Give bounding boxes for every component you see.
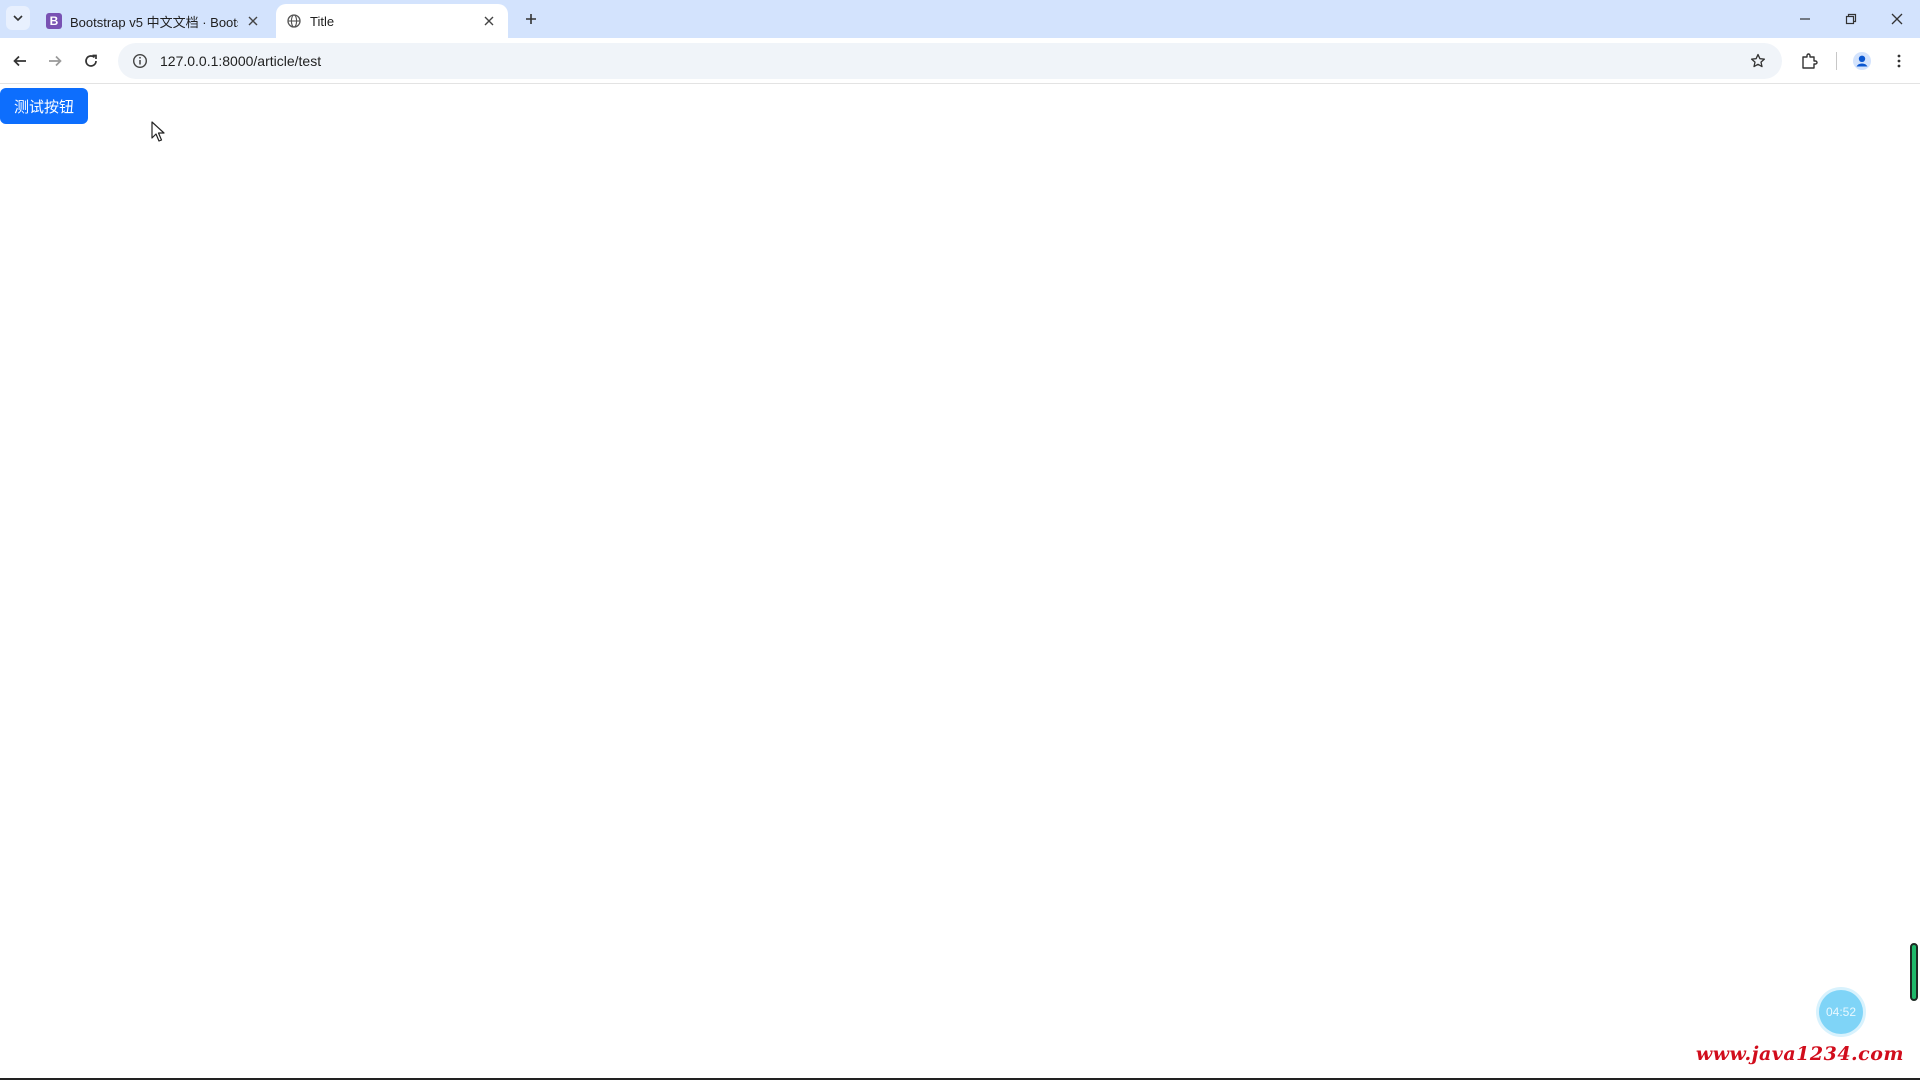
bootstrap-icon: B (46, 13, 62, 29)
tab-title-active[interactable]: Title (276, 4, 508, 38)
close-icon (1891, 13, 1903, 25)
url-text[interactable]: 127.0.0.1:8000/article/test (160, 53, 321, 69)
extensions-button[interactable] (1795, 47, 1823, 75)
close-icon (248, 16, 258, 26)
arrow-left-icon (13, 55, 26, 67)
reload-icon (85, 54, 97, 67)
globe-icon (286, 13, 302, 29)
page-viewport: 测试按钮 04:52 www.java1234.com (0, 85, 1920, 1078)
tab-strip: B Bootstrap v5 中文文档 · Bootstrap Title (0, 0, 1920, 38)
kebab-menu-icon (1897, 54, 1901, 68)
tab-title: Title (310, 13, 335, 29)
browser-toolbar: 127.0.0.1:8000/article/test (0, 38, 1920, 84)
recording-timer: 04:52 (1819, 990, 1863, 1034)
reload-button[interactable] (77, 47, 105, 75)
tab-bootstrap-docs[interactable]: B Bootstrap v5 中文文档 · Bootstrap (36, 4, 272, 38)
chevron-down-icon (13, 15, 23, 22)
close-tab-button[interactable] (244, 12, 262, 30)
browser-window: B Bootstrap v5 中文文档 · Bootstrap Title (0, 0, 1920, 1080)
restore-button[interactable] (1828, 0, 1874, 38)
forward-button[interactable] (41, 47, 69, 75)
minimize-button[interactable] (1782, 0, 1828, 38)
close-tab-button[interactable] (480, 12, 498, 30)
tab-title: Bootstrap v5 中文文档 · Bootstrap (70, 14, 238, 30)
watermark-text: www.java1234.com (1695, 1043, 1904, 1065)
site-info-button[interactable] (122, 43, 158, 79)
new-tab-button[interactable] (518, 6, 544, 32)
info-icon (132, 53, 148, 69)
profile-button[interactable] (1848, 47, 1876, 75)
back-button[interactable] (6, 47, 34, 75)
bookmark-button[interactable] (1744, 47, 1772, 75)
toolbar-divider (1836, 52, 1837, 70)
close-window-button[interactable] (1874, 0, 1920, 38)
arrow-right-icon (49, 55, 62, 67)
minimize-icon (1800, 18, 1810, 20)
test-button[interactable]: 测试按钮 (0, 88, 88, 124)
tab-search-button[interactable] (6, 6, 30, 30)
puzzle-icon (1802, 53, 1818, 69)
volume-meter (1910, 943, 1918, 1001)
menu-button[interactable] (1885, 47, 1913, 75)
avatar-icon (1853, 52, 1871, 70)
address-bar[interactable]: 127.0.0.1:8000/article/test (118, 43, 1782, 79)
restore-icon (1845, 13, 1857, 25)
star-icon (1750, 53, 1766, 68)
mouse-cursor-icon (151, 121, 165, 142)
plus-icon (526, 14, 536, 24)
close-icon (484, 16, 494, 26)
